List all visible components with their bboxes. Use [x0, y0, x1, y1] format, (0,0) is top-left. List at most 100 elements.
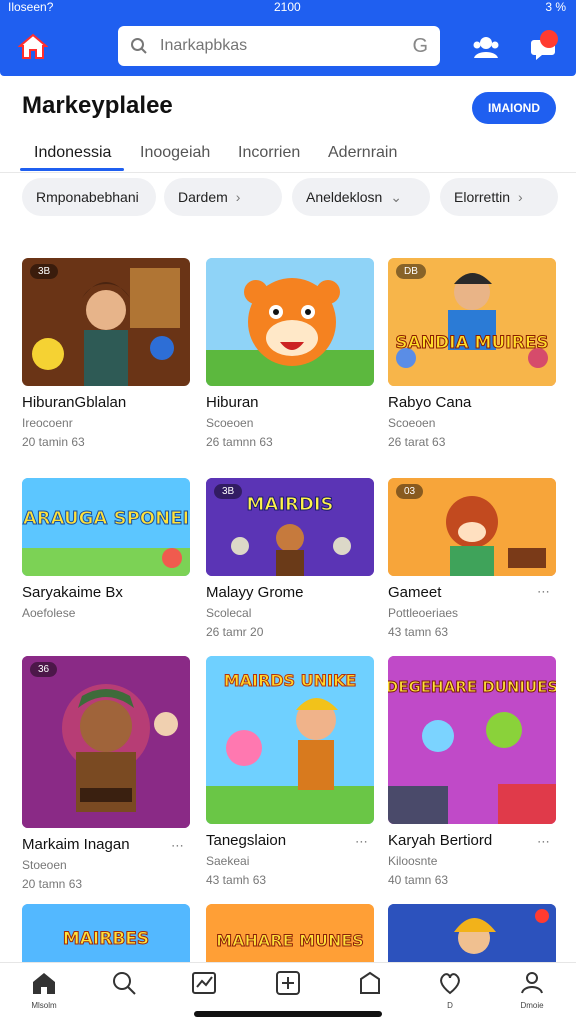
card-title: Hiburan — [206, 394, 259, 411]
game-card[interactable]: MAIRBES — [22, 904, 190, 962]
card-subtitle: Scoeoen — [206, 416, 254, 430]
game-thumbnail-art: MAIRDS UNIKE — [206, 656, 374, 824]
game-thumbnail-art — [388, 904, 556, 962]
game-card[interactable]: MAIRDIS 3B Malayy Grome Scolecal 26 tamr… — [206, 478, 374, 639]
game-card[interactable]: MAIRDS UNIKE Tanegslaion ⋯ Saekeai 43 ta… — [206, 656, 374, 887]
game-card[interactable] — [388, 904, 556, 962]
search-bar[interactable]: G — [118, 26, 440, 66]
game-thumbnail[interactable]: DEGEHARE DUNIUES — [388, 656, 556, 824]
nav-label: Dmoie — [520, 1001, 544, 1010]
game-card[interactable]: 36 Markaim Inagan ⋯ Stoeoen 20 tamn 63 — [22, 656, 190, 891]
card-meta: 26 tamr 20 — [206, 625, 264, 639]
game-thumbnail-art: MAIRBES — [22, 904, 190, 962]
heart-icon — [440, 973, 460, 995]
game-card[interactable]: 3B HiburanGblalan Ireocoenr 20 tamin 63 — [22, 258, 190, 449]
filter-chip-label: Elorrettin — [454, 189, 511, 205]
card-meta: 43 tamh 63 — [206, 873, 267, 887]
more-icon[interactable]: ⋯ — [355, 834, 368, 850]
carrier-label: Iloseen? — [8, 0, 54, 14]
game-thumbnail-art: DEGEHARE DUNIUES — [388, 656, 556, 824]
nav-profile[interactable]: Dmoie — [502, 969, 562, 1019]
nav-label: D — [447, 1001, 453, 1010]
header-action-button[interactable]: IMAIOND — [472, 92, 556, 124]
filter-chip-2[interactable]: Dardem › — [164, 178, 282, 216]
home-button[interactable] — [14, 28, 52, 64]
game-thumbnail[interactable]: 36 — [22, 656, 190, 828]
card-art-text: MAHARE MUNES — [216, 931, 364, 950]
filter-chip-label: Rmponabebhani — [36, 189, 139, 205]
game-thumbnail[interactable] — [388, 904, 556, 962]
card-meta: 20 tamin 63 — [22, 435, 85, 449]
game-thumbnail[interactable]: MAIRDIS 3B — [206, 478, 374, 576]
users-button[interactable] — [470, 32, 502, 62]
card-subtitle: Scoeoen — [388, 416, 436, 430]
filter-chip-1[interactable]: Rmponabebhani — [22, 178, 156, 216]
game-thumbnail[interactable]: MAIRBES — [22, 904, 190, 962]
page-title: Markeyplalee — [22, 92, 173, 119]
more-icon[interactable]: ⋯ — [171, 838, 184, 854]
card-meta: 43 tamn 63 — [388, 625, 449, 639]
filter-chip-label: Aneldeklosn — [306, 189, 383, 205]
card-subtitle: Kiloosnte — [388, 854, 438, 868]
game-thumbnail[interactable] — [206, 258, 374, 386]
tab-divider — [0, 172, 576, 173]
card-meta: 20 tamn 63 — [22, 877, 83, 891]
card-title: Gameet — [388, 584, 442, 601]
card-art-text: MAIRBES — [63, 929, 149, 949]
card-title: Tanegslaion — [206, 832, 287, 849]
status-bar: Iloseen? 2100 3 % — [0, 0, 576, 16]
game-card[interactable]: Hiburan Scoeoen 26 tamnn 63 — [206, 258, 374, 449]
card-subtitle: Aoefolese — [22, 606, 76, 620]
nav-search[interactable] — [94, 969, 154, 1019]
chevron-right-icon: › — [518, 189, 523, 205]
game-card[interactable]: 03 Gameet ⋯ Pottleoeriaes 43 tamn 63 — [388, 478, 556, 639]
card-title: Rabyo Cana — [388, 394, 472, 411]
card-title: Karyah Bertiord — [388, 832, 493, 849]
game-thumbnail[interactable]: SARAUGA SPONEIS — [22, 478, 190, 576]
game-thumbnail[interactable]: MAHARE MUNES — [206, 904, 374, 962]
game-card[interactable]: MAHARE MUNES — [206, 904, 374, 962]
game-thumbnail-art — [22, 656, 190, 828]
card-tag: 03 — [396, 484, 424, 499]
home-indicator[interactable] — [194, 1011, 382, 1017]
filter-chip-label: Dardem — [178, 189, 228, 205]
tab-1[interactable]: Indonessia — [34, 144, 111, 162]
filter-chip-4[interactable]: Elorrettin › — [440, 178, 558, 216]
add-icon — [276, 971, 300, 995]
home-icon — [33, 973, 55, 994]
game-thumbnail[interactable]: 3B — [22, 258, 190, 386]
more-icon[interactable]: ⋯ — [537, 584, 550, 600]
card-title: Markaim Inagan — [22, 836, 130, 853]
top-app-bar: Iloseen? 2100 3 % G — [0, 0, 576, 76]
card-tag: 36 — [30, 662, 58, 677]
battery-indicator: 3 % — [545, 0, 566, 14]
card-art-text: DEGEHARE DUNIUES — [388, 678, 556, 696]
game-thumbnail[interactable]: 03 — [388, 478, 556, 576]
bag-icon — [360, 971, 380, 994]
tab-4[interactable]: Adernrain — [328, 144, 397, 162]
card-art-text: SARAUGA SPONEIS — [22, 508, 190, 529]
card-subtitle: Stoeoen — [22, 858, 67, 872]
google-icon[interactable]: G — [412, 35, 428, 58]
game-card[interactable]: SANDIA MUIRES DB Rabyo Cana Scoeoen 26 t… — [388, 258, 556, 449]
filter-chip-3[interactable]: Aneldeklosn ⌄ — [292, 178, 430, 216]
card-subtitle: Pottleoeriaes — [388, 606, 459, 620]
tab-3[interactable]: Incorrien — [238, 144, 300, 162]
card-art-text: MAIRDS UNIKE — [224, 671, 357, 690]
card-meta: 40 tamn 63 — [388, 873, 449, 887]
game-card[interactable]: SARAUGA SPONEIS Saryakaime Bx Aoefolese — [22, 478, 190, 620]
search-input[interactable] — [160, 37, 407, 55]
search-icon — [113, 972, 136, 995]
nav-favorites[interactable]: D — [420, 969, 480, 1019]
card-tag: DB — [396, 264, 426, 279]
more-icon[interactable]: ⋯ — [537, 834, 550, 850]
game-thumbnail[interactable]: MAIRDS UNIKE — [206, 656, 374, 824]
card-tag: 3B — [214, 484, 243, 499]
card-title: HiburanGblalan — [22, 394, 127, 411]
game-thumbnail[interactable]: SANDIA MUIRES DB — [388, 258, 556, 386]
game-card[interactable]: DEGEHARE DUNIUES Karyah Bertiord ⋯ Kiloo… — [388, 656, 556, 887]
game-thumbnail-art — [206, 258, 374, 386]
tab-2[interactable]: Inoogeiah — [140, 144, 210, 162]
nav-home[interactable]: Mlsolm — [14, 969, 74, 1019]
card-subtitle: Ireocoenr — [22, 416, 73, 430]
